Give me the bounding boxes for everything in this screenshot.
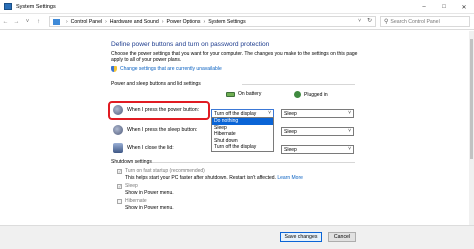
fast-startup-checkbox[interactable]: ✓ — [117, 168, 122, 174]
section-divider — [242, 84, 355, 85]
sleep-option-label: Sleep — [125, 183, 138, 189]
power-section-label: Power and sleep buttons and lid settings — [111, 81, 201, 87]
chevron-down-icon: ˅ — [348, 146, 351, 152]
hibernate-option-label: Hibernate — [125, 198, 147, 204]
fast-startup-label: Turn on fast startup (recommended) — [125, 168, 205, 174]
lid-row: When I close the lid: — [113, 143, 174, 153]
fast-startup-desc-text: This helps start your PC faster after sh… — [125, 175, 276, 181]
control-panel-small-icon — [53, 18, 60, 25]
learn-more-link[interactable]: Learn More — [277, 175, 303, 181]
breadcrumb-hardware-sound[interactable]: Hardware and Sound — [110, 19, 159, 25]
chevron-right-icon: › — [105, 18, 107, 25]
up-arrow-icon[interactable]: ↑ — [33, 16, 44, 28]
chevron-right-icon: › — [66, 18, 68, 25]
fast-startup-row: ✓ Turn on fast startup (recommended) — [117, 168, 205, 174]
sleep-button-plugged-select[interactable]: Sleep ˅ — [281, 127, 354, 136]
shutdown-section-label: Shutdown settings — [111, 159, 152, 165]
footer-bar: Save changes Cancel — [0, 225, 474, 249]
scrollbar-thumb[interactable] — [470, 39, 473, 159]
chevron-down-icon[interactable]: ˅ — [358, 18, 361, 24]
save-changes-button[interactable]: Save changes — [280, 232, 322, 242]
laptop-lid-icon — [113, 143, 123, 153]
power-button-plugged-select[interactable]: Sleep ˅ — [281, 109, 354, 118]
sleep-button-label: When I press the sleep button: — [127, 127, 198, 133]
chevron-right-icon: › — [161, 18, 164, 25]
breadcrumb-control-panel[interactable]: Control Panel — [71, 19, 102, 25]
hibernate-option-desc: Show in Power menu. — [125, 205, 174, 211]
on-battery-label: On battery — [238, 91, 262, 97]
refresh-icon[interactable]: ↻ — [367, 17, 372, 24]
shield-icon — [111, 66, 117, 72]
title-bar: System Settings – □ ✕ — [0, 0, 474, 14]
power-button-plugged-value: Sleep — [284, 110, 297, 117]
sleep-button-icon — [113, 125, 123, 135]
hibernate-option-row: Hibernate — [117, 198, 147, 204]
chevron-down-icon: ˅ — [268, 110, 271, 116]
dropdown-option-turn-off-display[interactable]: Turn off the display — [212, 144, 273, 151]
back-arrow-icon[interactable]: ← — [0, 16, 11, 28]
page-description: Choose the power settings that you want … — [111, 51, 358, 64]
plug-icon — [294, 91, 301, 98]
search-input[interactable]: ⚲ Search Control Panel — [380, 16, 470, 27]
power-button-highlight — [108, 101, 210, 120]
sleep-checkbox[interactable]: ✓ — [117, 183, 122, 189]
main-content: Define power buttons and turn on passwor… — [0, 31, 474, 249]
page-title: Define power buttons and turn on passwor… — [111, 41, 270, 48]
battery-icon — [226, 91, 235, 97]
chevron-down-icon: ˅ — [348, 110, 351, 116]
change-settings-label: Change settings that are currently unava… — [120, 66, 222, 72]
minimize-icon[interactable]: – — [414, 0, 434, 14]
section-divider — [152, 162, 355, 163]
sleep-button-plugged-value: Sleep — [284, 128, 297, 135]
plugged-in-label: Plugged in — [304, 91, 328, 98]
chevron-right-icon: › — [203, 18, 206, 25]
on-battery-header: On battery — [226, 91, 261, 97]
sleep-button-row: When I press the sleep button: — [113, 125, 197, 135]
sleep-option-row: ✓ Sleep — [117, 183, 138, 189]
address-bar: ← → ˅ ↑ › Control Panel › Hardware and S… — [0, 14, 474, 30]
search-placeholder: Search Control Panel — [390, 18, 440, 25]
hibernate-checkbox[interactable] — [117, 198, 122, 204]
change-settings-link[interactable]: Change settings that are currently unava… — [111, 66, 222, 72]
lid-label: When I close the lid: — [127, 145, 174, 151]
window-controls: – □ ✕ — [414, 0, 474, 14]
plugged-in-header: Plugged in — [294, 91, 328, 98]
vertical-scrollbar[interactable] — [469, 31, 474, 225]
power-button-dropdown-list[interactable]: Do nothing Sleep Hibernate Shut down Tur… — [211, 117, 274, 152]
forward-arrow-icon[interactable]: → — [11, 16, 22, 28]
lid-plugged-select[interactable]: Sleep ˅ — [281, 145, 354, 154]
window-title: System Settings — [16, 3, 56, 10]
recent-locations-icon[interactable]: ˅ — [22, 16, 33, 28]
lid-plugged-value: Sleep — [284, 146, 297, 153]
cancel-button[interactable]: Cancel — [328, 232, 356, 242]
fast-startup-description: This helps start your PC faster after sh… — [125, 175, 303, 181]
control-panel-icon — [4, 3, 12, 10]
breadcrumb-power-options[interactable]: Power Options — [166, 19, 200, 25]
maximize-icon[interactable]: □ — [434, 0, 454, 14]
breadcrumb[interactable]: › Control Panel › Hardware and Sound › P… — [49, 16, 376, 27]
close-icon[interactable]: ✕ — [454, 0, 474, 14]
chevron-down-icon: ˅ — [348, 128, 351, 134]
power-button-battery-value: Turn off the display — [214, 110, 257, 117]
search-icon: ⚲ — [384, 19, 389, 25]
sleep-option-desc: Show in Power menu. — [125, 190, 174, 196]
breadcrumb-system-settings[interactable]: System Settings — [208, 19, 245, 25]
